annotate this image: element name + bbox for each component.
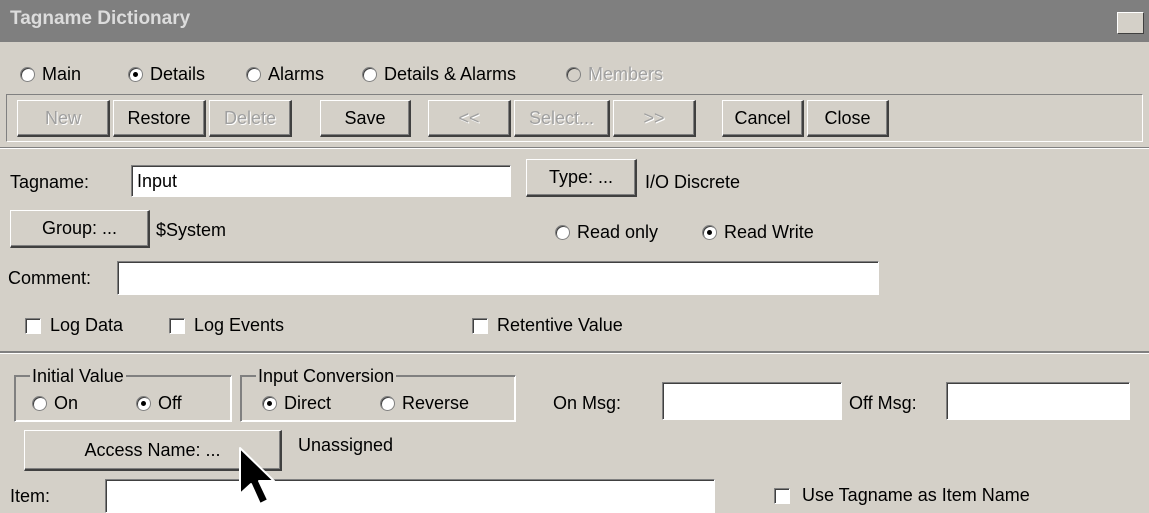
direct-label: Direct: [284, 393, 332, 413]
delete-button[interactable]: Delete: [209, 100, 292, 137]
radio-main[interactable]: [20, 67, 35, 82]
window-title: Tagname Dictionary: [10, 8, 191, 29]
save-button[interactable]: Save: [320, 100, 411, 137]
radio-details-alarms[interactable]: [362, 67, 377, 82]
log-data-checkbox[interactable]: [25, 317, 41, 334]
previous-button[interactable]: <<: [428, 100, 511, 137]
section-divider: [0, 353, 1149, 354]
radio-read-write[interactable]: [702, 225, 717, 240]
radio-members: [566, 67, 581, 82]
input-conversion-legend: Input Conversion: [256, 366, 397, 386]
log-events-checkbox[interactable]: [169, 317, 185, 334]
tagname-input[interactable]: [131, 165, 511, 197]
direct-option[interactable]: Direct: [262, 393, 331, 414]
comment-input[interactable]: [117, 261, 879, 295]
reverse-option[interactable]: Reverse: [380, 393, 469, 414]
next-button[interactable]: >>: [613, 100, 696, 137]
view-option-label: Details: [150, 64, 206, 84]
cancel-button[interactable]: Cancel: [722, 100, 804, 137]
view-option-label: Members: [588, 64, 664, 84]
select-button[interactable]: Select...: [514, 100, 610, 137]
radio-read-only[interactable]: [555, 225, 570, 240]
read-only-option[interactable]: Read only: [555, 222, 658, 243]
comment-label: Comment:: [8, 268, 92, 288]
read-only-label: Read only: [577, 222, 659, 242]
read-write-option[interactable]: Read Write: [702, 222, 814, 243]
tagname-label: Tagname:: [10, 172, 90, 192]
group-button[interactable]: Group: ...: [10, 210, 150, 248]
read-write-label: Read Write: [724, 222, 814, 242]
divider: [0, 148, 1149, 149]
log-events-option[interactable]: Log Events: [169, 315, 284, 336]
restore-button[interactable]: Restore: [113, 100, 206, 137]
radio-alarms[interactable]: [246, 67, 261, 82]
view-option-alarms[interactable]: Alarms: [246, 64, 324, 85]
group-value: $System: [156, 220, 227, 240]
off-msg-input[interactable]: [946, 382, 1130, 420]
close-window-button[interactable]: ✕: [1117, 12, 1144, 34]
radio-initial-on[interactable]: [32, 396, 47, 411]
view-option-label: Main: [42, 64, 82, 84]
initial-on-label: On: [54, 393, 79, 413]
radio-initial-off[interactable]: [136, 396, 151, 411]
view-option-label: Details & Alarms: [384, 64, 517, 84]
close-icon: ✕: [1122, 12, 1139, 32]
view-option-members: Members: [566, 64, 663, 85]
initial-off-label: Off: [158, 393, 182, 413]
initial-off-option[interactable]: Off: [136, 393, 182, 414]
initial-on-option[interactable]: On: [32, 393, 78, 414]
new-button[interactable]: New: [17, 100, 110, 137]
retentive-value-checkbox[interactable]: [472, 317, 488, 334]
mouse-pointer-icon: [239, 447, 275, 505]
type-value: I/O Discrete: [645, 172, 741, 192]
reverse-label: Reverse: [402, 393, 470, 413]
view-option-label: Alarms: [268, 64, 325, 84]
use-tagname-option[interactable]: Use Tagname as Item Name: [774, 485, 1030, 506]
view-option-details[interactable]: Details: [128, 64, 205, 85]
access-name-value: Unassigned: [298, 435, 394, 455]
view-option-main[interactable]: Main: [20, 64, 81, 85]
retentive-value-option[interactable]: Retentive Value: [472, 315, 623, 336]
on-msg-input[interactable]: [662, 382, 842, 420]
radio-reverse[interactable]: [380, 396, 395, 411]
radio-direct[interactable]: [262, 396, 277, 411]
initial-value-legend: Initial Value: [30, 366, 126, 386]
close-button[interactable]: Close: [807, 100, 889, 137]
item-input[interactable]: [105, 479, 715, 513]
off-msg-label: Off Msg:: [849, 393, 917, 413]
use-tagname-label: Use Tagname as Item Name: [802, 485, 1030, 505]
on-msg-label: On Msg:: [553, 393, 622, 413]
type-button[interactable]: Type: ...: [526, 159, 637, 197]
retentive-value-label: Retentive Value: [497, 315, 623, 335]
log-data-label: Log Data: [50, 315, 124, 335]
radio-details[interactable]: [128, 67, 143, 82]
use-tagname-checkbox[interactable]: [774, 487, 790, 504]
view-option-details-alarms[interactable]: Details & Alarms: [362, 64, 516, 85]
log-data-option[interactable]: Log Data: [25, 315, 123, 336]
log-events-label: Log Events: [194, 315, 285, 335]
item-label: Item:: [10, 486, 51, 506]
title-bar: Tagname Dictionary ✕: [0, 0, 1149, 42]
